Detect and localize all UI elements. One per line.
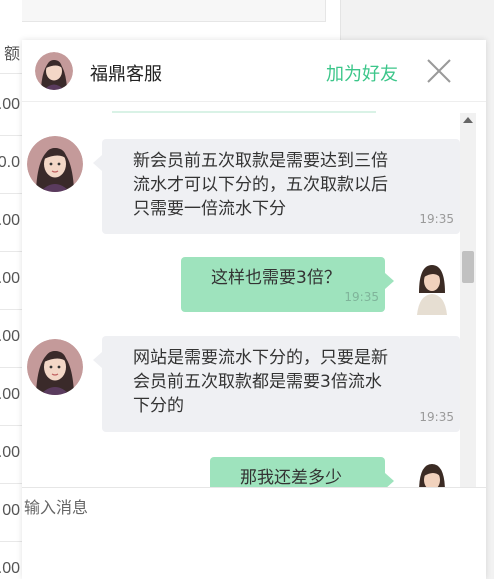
message-line: 下分的 — [133, 396, 184, 416]
background-cell: 00 — [0, 484, 22, 542]
message-input-area — [22, 487, 486, 579]
message-line: 新会员前五次取款是需要达到三倍 — [133, 151, 388, 171]
message-line: 网站是需要流水下分的，只要是新 — [133, 348, 388, 368]
background-cell: 0.0 — [0, 136, 22, 194]
outgoing-message-bubble[interactable]: 那我还差多少 — [210, 457, 394, 487]
close-x-icon[interactable] — [424, 56, 454, 86]
background-cell: .00 — [0, 78, 22, 136]
message-timestamp: 19:35 — [344, 290, 379, 304]
user-avatar-icon[interactable] — [415, 261, 449, 315]
add-friend-button[interactable]: 加为好友 — [326, 60, 398, 86]
agent-avatar-icon[interactable] — [35, 52, 73, 90]
background-table-column: 额 .00 0.0 .00 .00 .00 .00 .00 00 .00 — [0, 0, 22, 579]
chat-window: 福鼎客服 加为好友 新会员前五次取款是需要达到三倍 流水才可以下分的，五次取款以… — [22, 40, 486, 579]
background-cell: .00 — [0, 542, 22, 579]
user-avatar-icon[interactable] — [415, 460, 449, 487]
message-line: 流水才可以下分的，五次取款以后 — [133, 175, 388, 195]
background-cell: .00 — [0, 194, 22, 252]
incoming-message-bubble[interactable]: 新会员前五次取款是需要达到三倍 流水才可以下分的，五次取款以后 只需要一倍流水下… — [93, 139, 460, 234]
message-timestamp: 19:35 — [419, 410, 454, 424]
message-line: 会员前五次取款都是需要3倍流水 — [133, 372, 382, 392]
message-line: 那我还差多少 — [240, 468, 342, 487]
previous-bubble-edge — [112, 111, 376, 113]
background-top-bar — [0, 0, 326, 22]
message-line: 这样也需要3倍？ — [211, 268, 341, 288]
message-line: 只需要一倍流水下分 — [133, 199, 286, 219]
background-header-cell: 额 — [0, 30, 22, 74]
chat-title: 福鼎客服 — [90, 64, 162, 85]
background-cell: .00 — [0, 426, 22, 484]
chat-header: 福鼎客服 加为好友 — [22, 40, 486, 102]
scroll-up-arrow-icon[interactable] — [463, 117, 473, 123]
incoming-message-bubble[interactable]: 网站是需要流水下分的，只要是新 会员前五次取款都是需要3倍流水 下分的 19:3… — [93, 336, 460, 432]
message-timestamp: 19:35 — [419, 212, 454, 226]
message-input[interactable] — [22, 488, 486, 579]
agent-avatar-icon[interactable] — [27, 136, 83, 192]
background-cell: .00 — [0, 368, 22, 426]
message-scrollbar[interactable] — [460, 113, 476, 487]
background-cell: .00 — [0, 310, 22, 368]
message-list: 新会员前五次取款是需要达到三倍 流水才可以下分的，五次取款以后 只需要一倍流水下… — [22, 103, 462, 487]
agent-avatar-icon[interactable] — [27, 339, 83, 395]
scrollbar-thumb[interactable] — [462, 251, 474, 283]
outgoing-message-bubble[interactable]: 这样也需要3倍？ 19:35 — [181, 257, 394, 312]
background-cell: .00 — [0, 252, 22, 310]
